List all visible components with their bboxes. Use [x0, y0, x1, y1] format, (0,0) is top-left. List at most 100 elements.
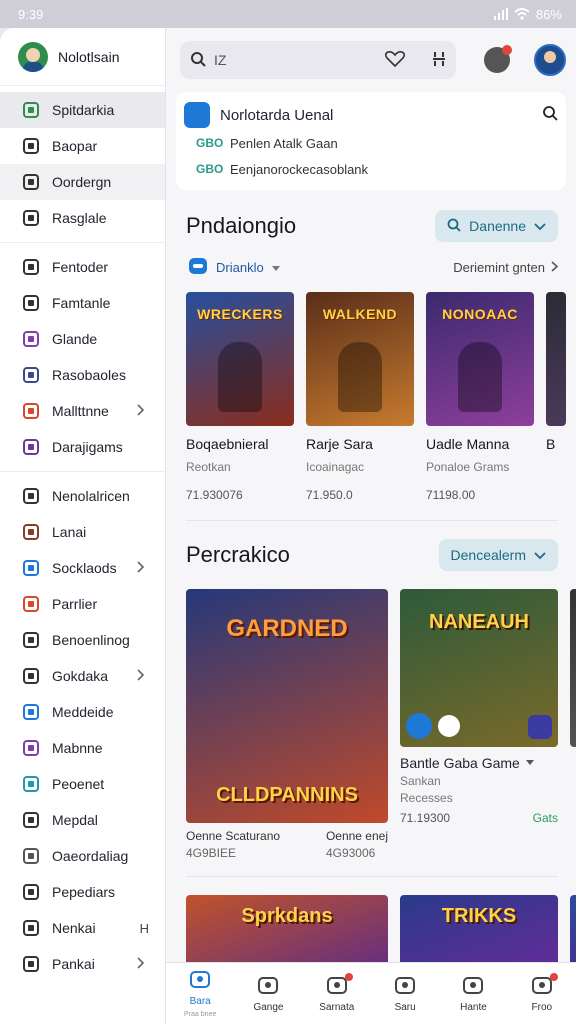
home-icon [189, 969, 211, 992]
sidebar-item-label: Pepediars [52, 884, 116, 900]
chevron-right-icon [137, 403, 151, 417]
section-filter-button[interactable]: Dencealerm [438, 539, 558, 571]
sidebar-item[interactable]: Gokdaka [0, 658, 165, 694]
sidebar-item-label: Benoenlinog [52, 632, 130, 648]
game-sub: 4G9BIEE [186, 846, 237, 860]
sidebar-item[interactable]: Darajigams [0, 429, 165, 465]
sidebar-item[interactable]: Pankai [0, 946, 165, 982]
sidebar-item[interactable]: Oordergn [0, 164, 165, 200]
app-meta-row: GBO Penlen Atalk Gaan [184, 130, 558, 156]
sidebar-item[interactable]: Nenolalricen [0, 478, 165, 514]
game-cover: NONOAAC [426, 292, 534, 426]
sidebar-item[interactable]: Meddeide [0, 694, 165, 730]
nav-badge [344, 972, 353, 981]
game-card[interactable]: WALKEND Rarje Sara Icoainagac 71.950.0 [306, 292, 414, 502]
share-icon[interactable] [406, 713, 432, 739]
search-input[interactable]: IZ [214, 52, 226, 68]
game-sub: Sankan [400, 774, 441, 788]
cover-bottom-title: CLLDPANNINS [216, 784, 358, 806]
sidebar-item-label: Famtanle [52, 295, 111, 311]
filter-dropdown[interactable]: Drianklo [188, 257, 280, 278]
sidebar-item-label: Oordergn [52, 174, 112, 190]
purple-square-icon [22, 330, 40, 348]
window-icon [22, 209, 40, 227]
nav-item[interactable]: Gange [238, 975, 298, 1013]
sidebar-item[interactable]: Nenkai H [0, 910, 165, 946]
game-card[interactable] [570, 589, 576, 860]
nav-item[interactable]: Hante [443, 975, 503, 1013]
game-title: Uadle Manna [426, 436, 510, 452]
nav-badge [549, 972, 558, 981]
chevron-down-icon [534, 218, 546, 234]
sidebar-item[interactable]: Mepdal [0, 802, 165, 838]
game-title: B [546, 436, 556, 452]
sidebar-item-label: Fentoder [52, 259, 109, 275]
search-icon[interactable] [542, 105, 558, 125]
sidebar-item[interactable]: Rasglale [0, 200, 165, 236]
notification-icon[interactable] [484, 45, 512, 73]
divider [186, 876, 558, 877]
bookmark-icon[interactable] [528, 715, 552, 739]
sidebar-item-label: Pankai [52, 956, 95, 972]
game-title-row: Bantle Gaba Game [400, 755, 558, 771]
cover-character [338, 342, 382, 412]
game-sub: Recesses [400, 791, 453, 805]
game-face-icon [22, 366, 40, 384]
controller-icon[interactable] [432, 51, 446, 69]
sidebar-item[interactable]: Parrlier [0, 586, 165, 622]
bottom-nav: Bara Praa bnee Gange Sarnata Saru Hante Froo [166, 962, 576, 1024]
nav-item[interactable]: Bara Praa bnee [170, 969, 230, 1018]
game-sub: Reotkan [186, 460, 231, 474]
caret-down-icon [271, 260, 280, 275]
sidebar-item-label: Baopar [52, 138, 98, 154]
game-card[interactable]: B [546, 292, 566, 502]
game-cover: WRECKERS [186, 292, 294, 426]
sidebar-item[interactable]: Oaeordaliag [0, 838, 165, 874]
nav-item[interactable]: Sarnata [307, 972, 367, 1013]
see-all-link[interactable]: Deriemint gnten [453, 260, 559, 275]
sidebar-item[interactable]: Mabnne [0, 730, 165, 766]
game-card[interactable]: NONOAAC Uadle Manna Ponaloe Grams 71198.00 [426, 292, 534, 502]
nav-item[interactable]: Froo [512, 972, 572, 1013]
sidebar-item[interactable]: Lanai [0, 514, 165, 550]
meta-text: Penlen Atalk Gaan [230, 135, 338, 151]
box-icon [22, 919, 40, 937]
cover-title: Sprkdans [241, 905, 333, 927]
sidebar-item[interactable]: Peoenet [0, 766, 165, 802]
compass-icon [394, 975, 416, 998]
divider [186, 520, 558, 521]
doc-icon [22, 811, 40, 829]
teal-frame-icon [22, 775, 40, 793]
game-card[interactable]: NANEAUH Bantle Gaba Game Sankan Recesses… [400, 589, 558, 860]
sidebar-item-label: Meddeide [52, 704, 114, 720]
sidebar-item[interactable]: Glande [0, 321, 165, 357]
sidebar-item[interactable]: Pepediars [0, 874, 165, 910]
game-cover: GARDNED CLLDPANNINS [186, 589, 388, 823]
cover-title: WALKEND [322, 306, 398, 322]
game-card[interactable]: GARDNED CLLDPANNINS Oenne Scaturano 4G9B… [186, 589, 388, 860]
sidebar-item[interactable]: Rasobaoles [0, 357, 165, 393]
sidebar-item[interactable]: Baopar [0, 128, 165, 164]
search-bar[interactable]: IZ [180, 41, 456, 79]
sidebar-item[interactable]: Benoenlinog [0, 622, 165, 658]
user-avatar[interactable] [534, 44, 566, 76]
game-title: Bantle Gaba Game [400, 755, 520, 771]
meta-text: Eenjanorockecasoblank [230, 161, 369, 177]
game-sub: Ponaloe Grams [426, 460, 510, 474]
game-meta: Oenne Scaturano 4G9BIEE Oenne enej 4G930… [186, 829, 388, 860]
meta-tag: GBO [196, 162, 224, 176]
sidebar-item[interactable]: Mallttnne [0, 393, 165, 429]
sidebar-item[interactable]: Spitdarkia [0, 92, 165, 128]
sidebar-item[interactable]: Socklaods [0, 550, 165, 586]
heart-icon[interactable] [384, 50, 406, 70]
nav-item[interactable]: Saru [375, 975, 435, 1013]
sidebar-profile[interactable]: Nolotlsain [0, 28, 165, 86]
sidebar-item-label: Darajigams [52, 439, 123, 455]
section-filter-button[interactable]: Danenne [435, 210, 558, 242]
game-badge: Gats [532, 811, 558, 825]
sidebar-item-label: Mabnne [52, 740, 103, 756]
sidebar-item[interactable]: Fentoder [0, 249, 165, 285]
game-card[interactable]: WRECKERS Boqaebnieral Reotkan 71.930076 [186, 292, 294, 502]
sidebar-item[interactable]: Famtanle [0, 285, 165, 321]
app-header[interactable]: Norlotarda Uenal [184, 100, 558, 130]
